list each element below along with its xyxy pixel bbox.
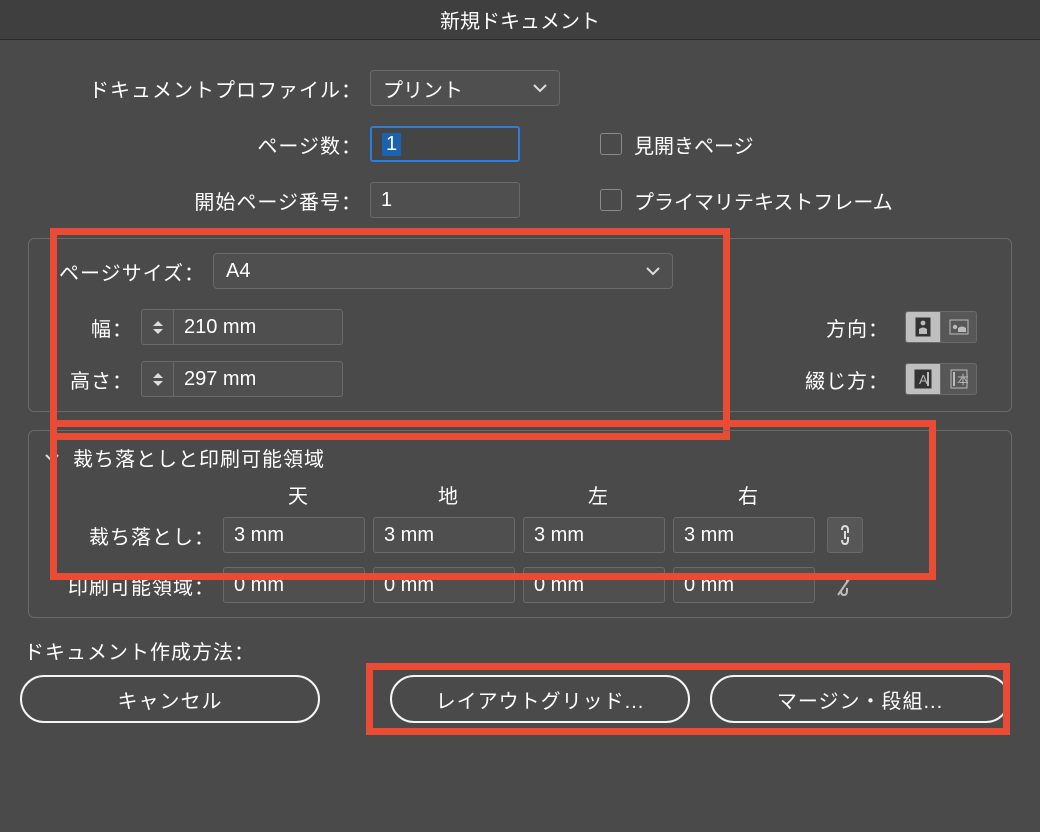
binding-right-icon: 本 (950, 369, 968, 389)
height-label: 高さ： (43, 365, 141, 394)
slug-left-field[interactable]: 0 mm (523, 567, 665, 603)
bleed-link-toggle[interactable] (827, 517, 863, 553)
slug-label: 印刷可能領域： (43, 571, 223, 600)
start-page-value: 1 (381, 189, 392, 212)
profile-label: ドキュメントプロファイル： (20, 74, 370, 103)
bleed-left-field[interactable]: 3 mm (523, 517, 665, 553)
bleed-bottom-value: 3 mm (384, 524, 434, 547)
bleed-label: 裁ち落とし： (43, 521, 223, 550)
profile-select[interactable]: プリント (370, 70, 560, 106)
chevron-down-icon (646, 266, 660, 276)
landscape-icon (949, 319, 969, 335)
margin-columns-button[interactable]: マージン・段組... (710, 675, 1010, 723)
layout-grid-button[interactable]: レイアウトグリッド... (390, 675, 690, 723)
bleed-col-left: 左 (523, 480, 673, 509)
page-size-label: ページサイズ： (43, 257, 213, 286)
binding-right-button[interactable]: 本 (941, 363, 977, 395)
start-page-field[interactable]: 1 (370, 182, 520, 218)
chevron-down-icon (45, 453, 59, 463)
pages-count-value: 1 (382, 133, 401, 156)
binding-left-button[interactable]: A (905, 363, 941, 395)
height-value: 297 mm (184, 368, 256, 391)
height-field[interactable]: 297 mm (173, 361, 343, 397)
slug-bottom-field[interactable]: 0 mm (373, 567, 515, 603)
cancel-label: キャンセル (118, 685, 223, 714)
pages-count-field[interactable]: 1 (370, 126, 520, 162)
slug-top-value: 0 mm (234, 574, 284, 597)
width-field[interactable]: 210 mm (173, 309, 343, 345)
bleed-top-field[interactable]: 3 mm (223, 517, 365, 553)
svg-text:A: A (919, 372, 928, 387)
primary-frame-checkbox[interactable] (600, 189, 622, 211)
start-page-label: 開始ページ番号： (20, 186, 370, 215)
orientation-label: 方向： (826, 313, 897, 342)
bleed-col-bottom: 地 (373, 480, 523, 509)
creation-method-label: ドキュメント作成方法： (24, 636, 1020, 665)
slug-left-value: 0 mm (534, 574, 584, 597)
dialog-title: 新規ドキュメント (440, 5, 600, 34)
unlink-icon (836, 573, 854, 597)
bleed-right-value: 3 mm (684, 524, 734, 547)
binding-left-icon: A (914, 369, 932, 389)
width-spinner[interactable] (141, 309, 173, 345)
slug-link-toggle[interactable] (827, 567, 863, 603)
height-spinner[interactable] (141, 361, 173, 397)
bleed-section-toggle[interactable] (43, 449, 61, 467)
layout-grid-label: レイアウトグリッド... (436, 685, 645, 714)
bleed-section-title: 裁ち落としと印刷可能領域 (73, 443, 325, 472)
slug-right-value: 0 mm (684, 574, 734, 597)
page-size-select[interactable]: A4 (213, 253, 673, 289)
bleed-col-right: 右 (673, 480, 823, 509)
width-value: 210 mm (184, 316, 256, 339)
orientation-portrait-button[interactable] (905, 311, 941, 343)
bleed-col-top: 天 (223, 480, 373, 509)
primary-frame-label: プライマリテキストフレーム (634, 186, 893, 215)
page-size-value: A4 (226, 260, 250, 283)
pages-count-label: ページ数： (20, 130, 370, 159)
slug-bottom-value: 0 mm (384, 574, 434, 597)
slug-top-field[interactable]: 0 mm (223, 567, 365, 603)
bleed-right-field[interactable]: 3 mm (673, 517, 815, 553)
link-icon (838, 524, 852, 546)
chevron-down-icon (533, 83, 547, 93)
title-bar: 新規ドキュメント (0, 0, 1040, 40)
binding-label: 綴じ方： (805, 365, 897, 394)
facing-pages-label: 見開きページ (634, 130, 754, 159)
width-label: 幅： (43, 313, 141, 342)
bleed-left-value: 3 mm (534, 524, 584, 547)
portrait-icon (915, 317, 931, 337)
orientation-landscape-button[interactable] (941, 311, 977, 343)
svg-text:本: 本 (957, 373, 968, 387)
slug-right-field[interactable]: 0 mm (673, 567, 815, 603)
profile-value: プリント (383, 74, 463, 103)
facing-pages-checkbox[interactable] (600, 133, 622, 155)
bleed-top-value: 3 mm (234, 524, 284, 547)
bleed-bottom-field[interactable]: 3 mm (373, 517, 515, 553)
margin-columns-label: マージン・段組... (777, 685, 943, 714)
cancel-button[interactable]: キャンセル (20, 675, 320, 723)
